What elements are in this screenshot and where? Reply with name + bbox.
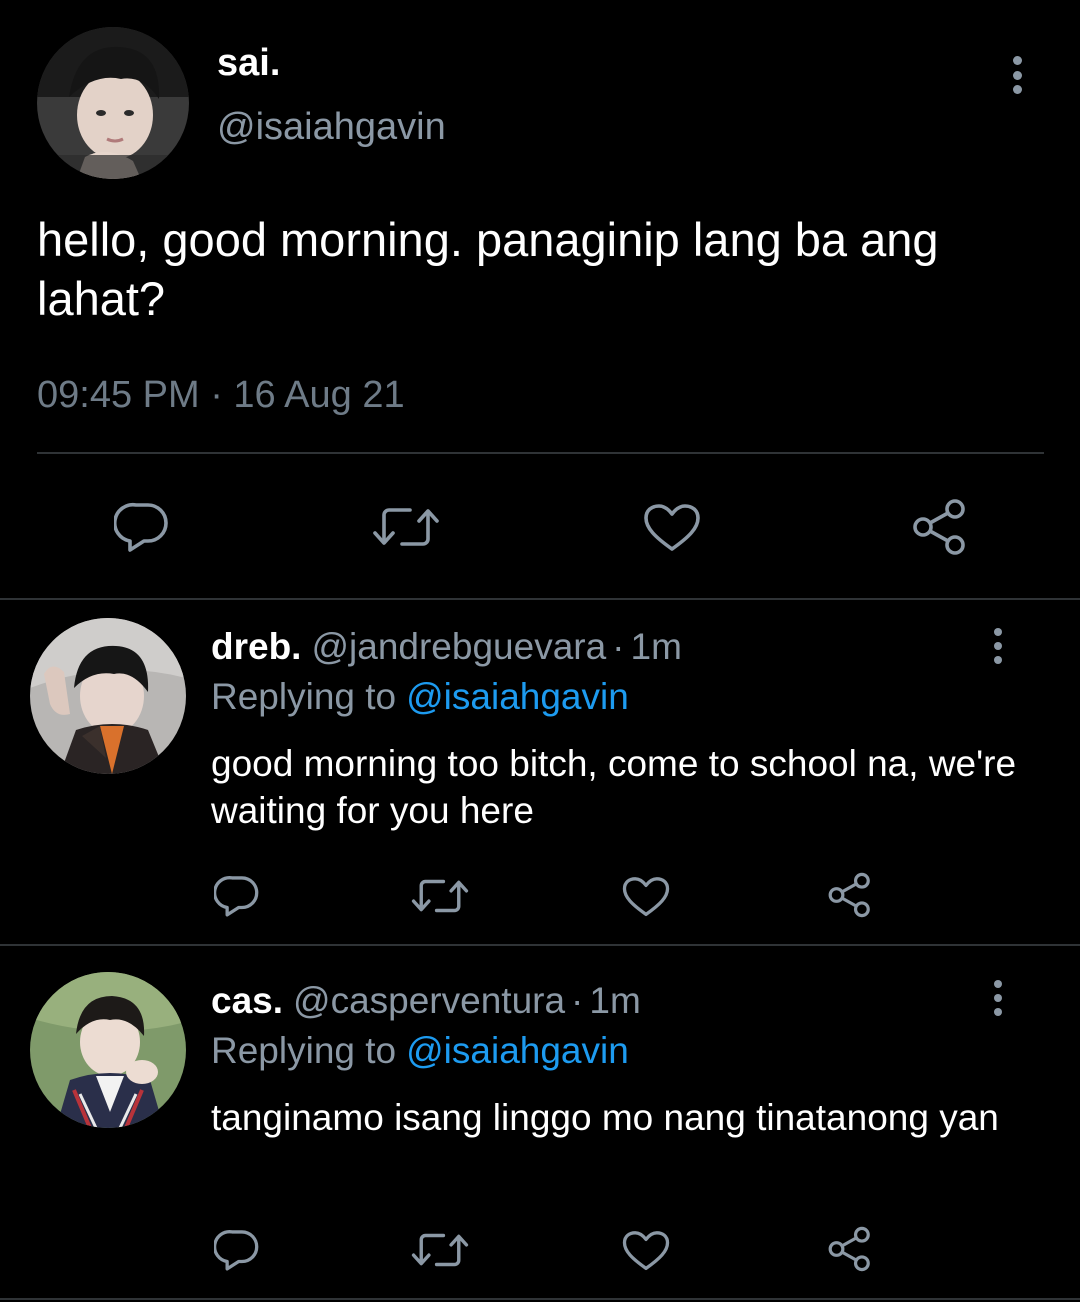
display-name[interactable]: cas. <box>211 980 283 1021</box>
share-icon[interactable] <box>826 1226 874 1272</box>
reply-icon[interactable] <box>214 874 260 918</box>
replying-label: Replying to <box>211 676 397 717</box>
tweet-text: hello, good morning. panaginip lang ba a… <box>37 213 939 325</box>
user-handle[interactable]: @casperventura <box>293 980 565 1021</box>
divider <box>37 452 1044 454</box>
share-icon[interactable] <box>910 498 970 556</box>
reply-text: good morning too bitch, come to school n… <box>211 743 1017 831</box>
like-icon[interactable] <box>622 1230 670 1272</box>
more-options-icon[interactable] <box>990 628 1006 664</box>
user-handle[interactable]: @isaiahgavin <box>217 106 446 149</box>
retweet-icon[interactable] <box>372 506 440 548</box>
avatar[interactable] <box>30 972 186 1128</box>
reply-text: tanginamo isang linggo mo nang tinatanon… <box>211 1097 999 1138</box>
reply-header: cas. @casperventura · 1m <box>211 980 641 1022</box>
more-options-icon[interactable] <box>1008 56 1026 94</box>
reply-icon[interactable] <box>214 1228 260 1272</box>
display-name[interactable]: dreb. <box>211 626 301 667</box>
replying-to: Replying to @isaiahgavin <box>211 1030 629 1072</box>
divider <box>0 1298 1080 1300</box>
share-icon[interactable] <box>826 872 874 918</box>
replying-label: Replying to <box>211 1030 397 1071</box>
retweet-icon[interactable] <box>411 878 469 914</box>
reply-time[interactable]: 1m <box>631 626 682 667</box>
like-icon[interactable] <box>622 876 670 918</box>
display-name[interactable]: sai. <box>217 42 280 85</box>
mention-link[interactable]: @isaiahgavin <box>406 676 629 717</box>
avatar[interactable] <box>37 27 189 179</box>
user-handle[interactable]: @jandrebguevara <box>311 626 606 667</box>
reply-header: dreb. @jandrebguevara · 1m <box>211 626 682 668</box>
replying-to: Replying to @isaiahgavin <box>211 676 629 718</box>
avatar[interactable] <box>30 618 186 774</box>
mention-link[interactable]: @isaiahgavin <box>406 1030 629 1071</box>
main-tweet: sai. @isaiahgavin hello, good morning. p… <box>0 0 1080 600</box>
separator: · <box>571 980 584 1021</box>
separator: · <box>612 626 625 667</box>
divider <box>0 944 1080 946</box>
reply-time[interactable]: 1m <box>589 980 640 1021</box>
more-options-icon[interactable] <box>990 980 1006 1016</box>
tweet-timestamp[interactable]: 09:45 PM · 16 Aug 21 <box>37 374 405 417</box>
like-icon[interactable] <box>643 503 701 553</box>
divider <box>0 598 1080 600</box>
retweet-icon[interactable] <box>411 1232 469 1268</box>
reply-icon[interactable] <box>114 501 170 553</box>
